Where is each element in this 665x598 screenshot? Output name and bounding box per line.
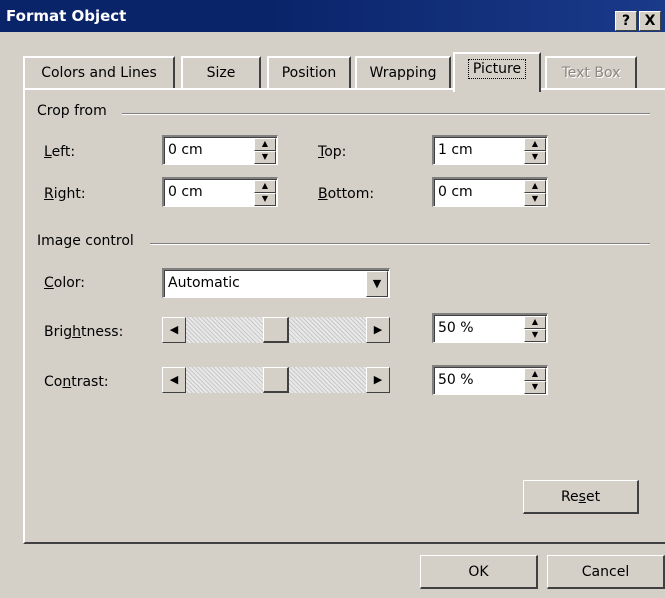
crop-right-field[interactable]: 0 cm ▲ ▼: [162, 177, 278, 207]
spin-down-icon[interactable]: ▼: [524, 329, 546, 342]
right-label: Right:: [44, 186, 86, 202]
reset-button[interactable]: Reset: [523, 480, 639, 514]
brightness-thumb[interactable]: [263, 317, 289, 343]
tab-size[interactable]: Size: [181, 56, 261, 88]
crop-left-field[interactable]: 0 cm ▲ ▼: [162, 135, 278, 165]
contrast-value: 50 %: [438, 372, 474, 388]
spin-up-icon[interactable]: ▲: [524, 316, 546, 329]
tab-picture-label: Picture: [467, 59, 527, 79]
crop-bottom-spinner[interactable]: ▲ ▼: [524, 180, 546, 206]
crop-bottom-field[interactable]: 0 cm ▲ ▼: [432, 177, 548, 207]
bottom-label: Bottom:: [318, 186, 375, 202]
spin-down-icon[interactable]: ▼: [524, 381, 546, 394]
spin-up-icon[interactable]: ▲: [524, 180, 546, 193]
spin-down-icon[interactable]: ▼: [254, 151, 276, 164]
tab-wrapping[interactable]: Wrapping: [355, 56, 451, 88]
spin-down-icon[interactable]: ▼: [254, 193, 276, 206]
brightness-field[interactable]: 50 % ▲ ▼: [432, 313, 548, 343]
brightness-label: Brightness:: [44, 324, 124, 340]
crop-left-spinner[interactable]: ▲ ▼: [254, 138, 276, 164]
crop-from-heading: Crop from: [37, 103, 113, 119]
scroll-right-icon[interactable]: ▶: [366, 317, 390, 343]
spin-up-icon[interactable]: ▲: [524, 368, 546, 381]
contrast-thumb[interactable]: [263, 367, 289, 393]
color-value: Automatic: [168, 275, 240, 291]
contrast-label: Contrast:: [44, 374, 109, 390]
spin-down-icon[interactable]: ▼: [524, 151, 546, 164]
crop-divider: [122, 113, 650, 115]
image-control-heading: Image control: [37, 233, 140, 249]
crop-top-value: 1 cm: [438, 142, 473, 158]
title-bar: Format Object ? X: [0, 0, 665, 32]
contrast-spinner[interactable]: ▲ ▼: [524, 368, 546, 394]
tab-colors-and-lines[interactable]: Colors and Lines: [23, 56, 175, 88]
crop-top-spinner[interactable]: ▲ ▼: [524, 138, 546, 164]
color-label: Color:: [44, 275, 86, 291]
spin-down-icon[interactable]: ▼: [524, 193, 546, 206]
contrast-slider[interactable]: ◀ ▶: [162, 367, 390, 393]
spin-up-icon[interactable]: ▲: [254, 180, 276, 193]
crop-left-value: 0 cm: [168, 142, 203, 158]
crop-right-value: 0 cm: [168, 184, 203, 200]
brightness-spinner[interactable]: ▲ ▼: [524, 316, 546, 342]
tab-position[interactable]: Position: [267, 56, 351, 88]
tab-text-box[interactable]: Text Box: [545, 56, 637, 88]
top-label: Top:: [318, 144, 347, 160]
crop-right-spinner[interactable]: ▲ ▼: [254, 180, 276, 206]
close-button[interactable]: X: [639, 11, 661, 31]
ok-button[interactable]: OK: [420, 555, 538, 589]
crop-top-field[interactable]: 1 cm ▲ ▼: [432, 135, 548, 165]
cancel-button[interactable]: Cancel: [547, 555, 665, 589]
tab-picture[interactable]: Picture: [453, 52, 541, 92]
left-label: Left:: [44, 144, 76, 160]
scroll-left-icon[interactable]: ◀: [162, 317, 186, 343]
brightness-slider[interactable]: ◀ ▶: [162, 317, 390, 343]
brightness-value: 50 %: [438, 320, 474, 336]
dropdown-arrow-icon[interactable]: ▼: [366, 271, 388, 297]
help-button[interactable]: ?: [615, 11, 637, 31]
window-title: Format Object: [6, 7, 127, 25]
scroll-right-icon[interactable]: ▶: [366, 367, 390, 393]
contrast-field[interactable]: 50 % ▲ ▼: [432, 365, 548, 395]
spin-up-icon[interactable]: ▲: [524, 138, 546, 151]
scroll-left-icon[interactable]: ◀: [162, 367, 186, 393]
image-control-divider: [150, 243, 650, 245]
crop-bottom-value: 0 cm: [438, 184, 473, 200]
spin-up-icon[interactable]: ▲: [254, 138, 276, 151]
color-dropdown[interactable]: Automatic ▼: [162, 268, 390, 298]
